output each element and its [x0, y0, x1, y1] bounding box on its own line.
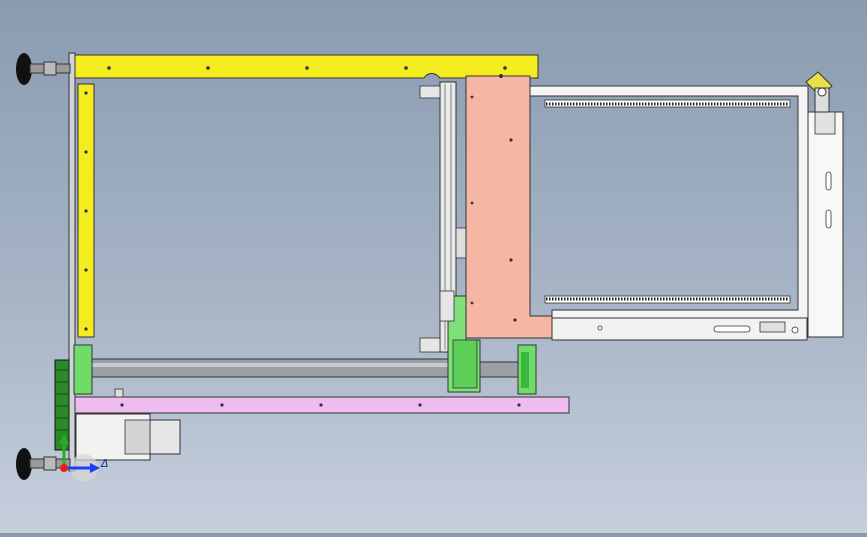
triad-label: Δ — [101, 457, 109, 470]
cylinder-slot — [825, 209, 832, 229]
cad-viewport[interactable]: Δ — [0, 0, 867, 533]
rail-slot — [713, 325, 751, 333]
motor-flange — [124, 419, 151, 455]
conveyor-frame[interactable] — [529, 85, 809, 321]
carriage-body — [452, 339, 478, 389]
leveling-foot-icon[interactable] — [16, 53, 71, 85]
cylinder-cap — [814, 111, 836, 135]
side-cylinder[interactable] — [807, 111, 844, 338]
left-frame-plate[interactable] — [68, 52, 76, 472]
profile-bracket — [419, 85, 441, 99]
salmon-mounting-plate[interactable] — [465, 75, 553, 339]
timing-pulley[interactable] — [54, 359, 70, 451]
cylinder-slot — [825, 171, 832, 191]
profile-bracket — [419, 337, 441, 353]
rail-block — [759, 321, 786, 333]
shaft-extension — [477, 361, 521, 378]
drive-shaft[interactable] — [89, 358, 456, 378]
bearing-shade — [521, 352, 529, 388]
carriage-mount — [439, 290, 455, 322]
beam-stop — [114, 388, 124, 398]
cylinder-clamp-icon[interactable] — [805, 71, 833, 113]
shaft-highlight — [90, 363, 455, 367]
assembly-drawing — [16, 52, 844, 482]
leveling-foot-icon[interactable] — [16, 448, 71, 480]
rail-screw — [791, 326, 799, 334]
rail-screw — [597, 325, 603, 331]
left-bearing-block[interactable] — [73, 344, 93, 395]
motor-gearbox — [149, 419, 181, 455]
